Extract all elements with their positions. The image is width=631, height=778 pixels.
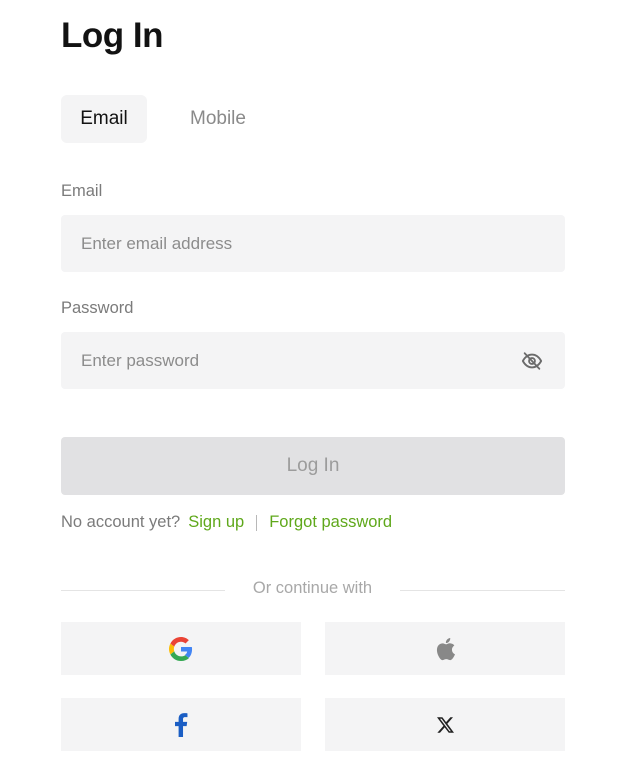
signup-link[interactable]: Sign up (188, 513, 244, 532)
x-login-button[interactable] (325, 698, 565, 751)
facebook-login-button[interactable] (61, 698, 301, 751)
page-title: Log In (61, 16, 163, 55)
email-field-container (61, 215, 565, 272)
x-icon (436, 716, 454, 733)
email-label: Email (61, 182, 103, 200)
forgot-password-link[interactable]: Forgot password (269, 513, 392, 532)
facebook-icon (174, 712, 188, 737)
tab-mobile[interactable]: Mobile (170, 95, 266, 143)
divider-text: Or continue with (252, 579, 373, 597)
google-icon (169, 636, 193, 661)
login-method-tabs: Email Mobile (61, 95, 266, 143)
email-field[interactable] (61, 215, 565, 272)
tab-email[interactable]: Email (61, 95, 147, 143)
divider-right (400, 590, 565, 591)
password-field[interactable] (61, 332, 565, 389)
no-account-prompt: No account yet? (61, 513, 181, 531)
password-label: Password (61, 299, 134, 317)
account-links: No account yet? Sign up Forgot password (61, 513, 392, 532)
apple-icon (434, 637, 456, 661)
google-login-button[interactable] (61, 622, 301, 675)
password-field-container (61, 332, 565, 389)
links-separator (256, 514, 258, 531)
divider-left (61, 590, 225, 591)
eye-slash-icon[interactable] (521, 350, 543, 372)
apple-login-button[interactable] (325, 622, 565, 675)
login-button[interactable]: Log In (61, 437, 565, 495)
